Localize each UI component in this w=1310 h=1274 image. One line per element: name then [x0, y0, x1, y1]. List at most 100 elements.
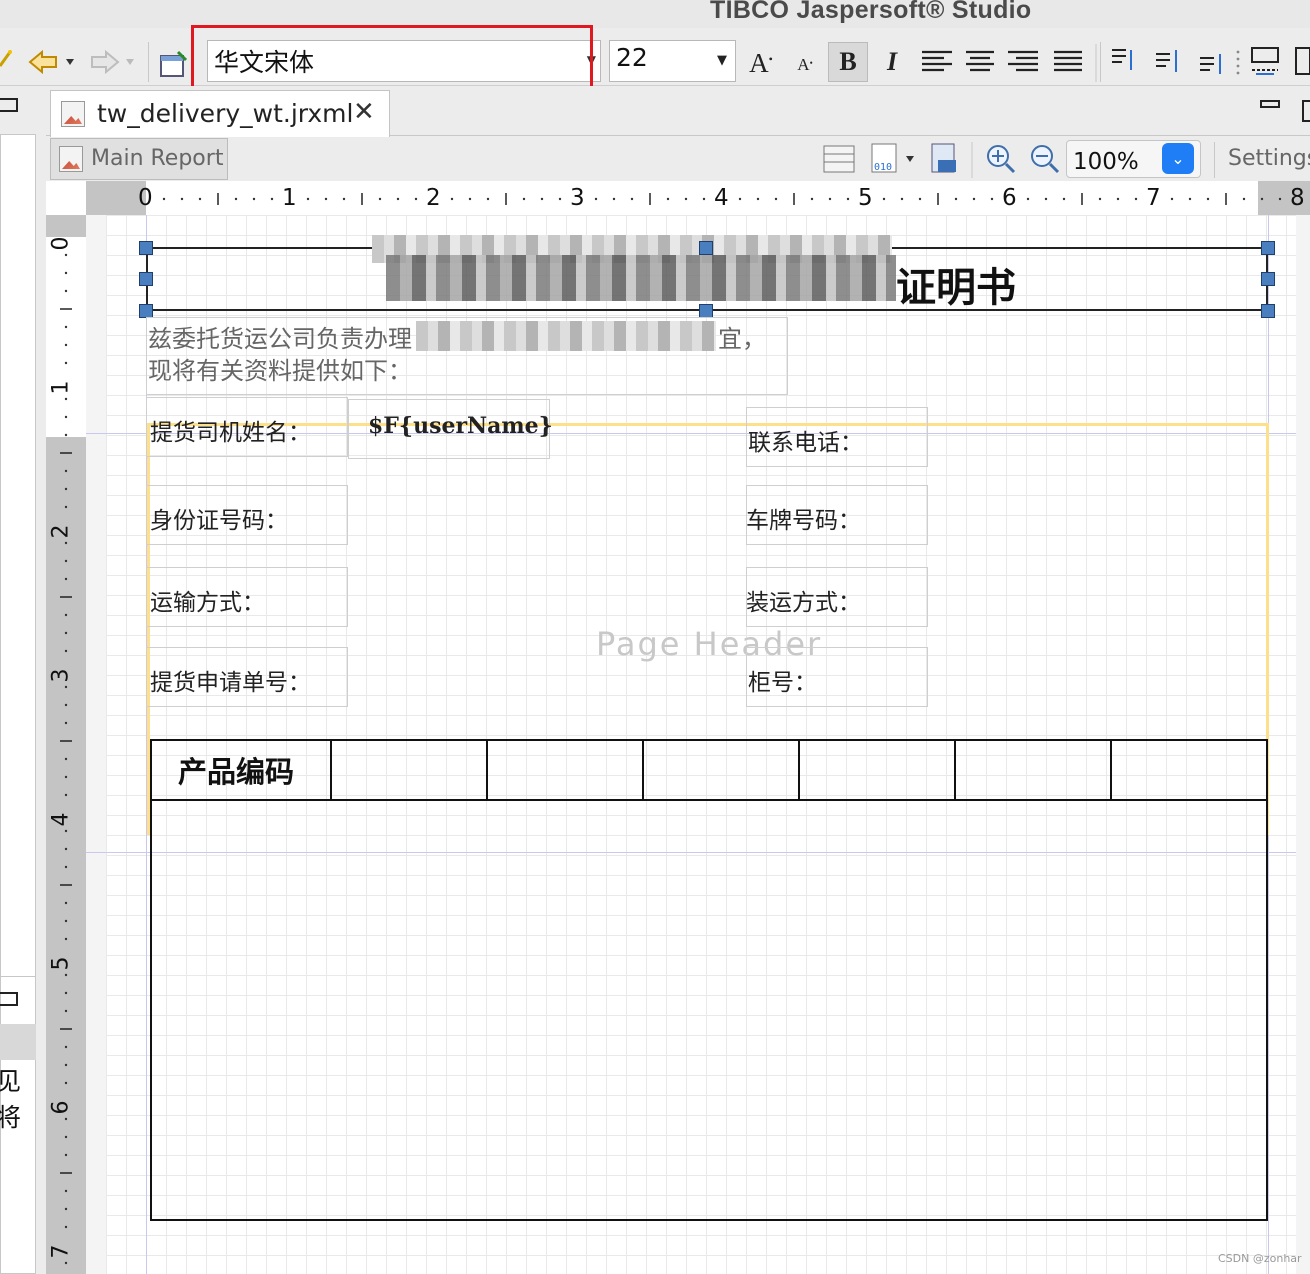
left-side-panel: 见将 [0, 86, 40, 1274]
ruler-tick [666, 197, 670, 201]
font-name-combo[interactable]: 华文宋体 ▼ [207, 40, 601, 82]
id-number-label: 身份证号码： [150, 508, 288, 534]
toolbar-separator [1100, 42, 1101, 82]
align-justify-icon[interactable] [1054, 50, 1082, 72]
toolbar-separator [148, 42, 149, 82]
font-size-combo[interactable]: 22 ▼ [609, 40, 736, 82]
resize-handle[interactable] [139, 304, 153, 318]
ruler-tick [522, 197, 526, 201]
chevron-down-icon[interactable]: ▼ [587, 53, 596, 67]
left-panel-row-selected[interactable] [0, 1024, 36, 1060]
table-body[interactable] [150, 801, 1268, 1221]
ruler-tick [64, 685, 68, 689]
ruler-tick [306, 197, 310, 201]
layout-vertical-icon[interactable] [1295, 47, 1310, 75]
ruler-tick [1188, 197, 1192, 201]
layout-icons [1251, 47, 1310, 75]
ruler-number: 4 [714, 185, 729, 211]
increase-font-icon[interactable]: A • [744, 46, 778, 80]
ruler-number: 7 [1146, 185, 1161, 211]
watermark: CSDN @zonhar [1218, 1252, 1302, 1265]
layout-horizontal-icon[interactable] [1251, 47, 1279, 75]
ruler-tick [1044, 197, 1048, 201]
table-header-row[interactable] [150, 739, 1268, 801]
align-right-icon[interactable] [1008, 50, 1038, 72]
report-title-suffix: 证明书 [896, 264, 1016, 311]
ruler-tick [64, 253, 68, 257]
ruler-tick [64, 721, 68, 725]
alignment-icons [922, 44, 1240, 82]
ruler-tick [64, 487, 68, 491]
table-column-divider [642, 739, 644, 801]
italic-button[interactable]: I [874, 42, 910, 82]
ruler-tick [64, 937, 68, 941]
zoom-out-icon[interactable] [1028, 140, 1066, 180]
jrxml-file-icon [61, 101, 85, 127]
ruler-tick [64, 847, 68, 851]
nav-toolbar-icons [0, 49, 188, 77]
align-middle-icon[interactable] [1156, 50, 1177, 72]
resize-handle[interactable] [1261, 272, 1275, 286]
resize-handle[interactable] [139, 272, 153, 286]
ruler-tick [450, 197, 454, 201]
bold-button[interactable]: B [828, 42, 868, 82]
align-center-icon[interactable] [966, 50, 994, 72]
report-tools-icons: 010 [823, 142, 1016, 178]
zoom-in-icon[interactable] [987, 145, 1016, 174]
ruler-tick [702, 197, 706, 201]
ruler-tick [64, 1207, 68, 1211]
resize-handle[interactable] [699, 304, 713, 318]
main-report-button[interactable]: Main Report [50, 138, 228, 180]
ruler-number: 3 [48, 668, 74, 683]
ruler-tick [64, 577, 68, 581]
compile-icon[interactable] [931, 143, 956, 173]
vertical-scrollbar[interactable] [1296, 215, 1310, 1274]
left-panel-view [0, 134, 36, 1014]
align-bottom-icon[interactable] [1200, 54, 1221, 74]
forward-arrow-icon[interactable] [91, 49, 134, 75]
wand-icon[interactable] [0, 50, 12, 67]
ruler-tick [64, 433, 68, 437]
preview-window-icon[interactable] [160, 50, 188, 77]
ruler-tick [234, 197, 238, 201]
ruler-tick [612, 197, 616, 201]
maximize-icon[interactable] [1302, 100, 1310, 122]
ruler-tick [1170, 197, 1174, 201]
restore-view-icon[interactable] [0, 992, 18, 1006]
resize-handle[interactable] [699, 241, 713, 255]
ruler-tick [756, 197, 760, 201]
resize-handle[interactable] [139, 241, 153, 255]
ruler-tick [738, 197, 742, 201]
ruler-tick [64, 775, 68, 779]
report-canvas[interactable]: Page Header 证明书 兹委托货运公司负责办理 宜， 现将有关资料提供如… [86, 215, 1310, 1274]
restore-view-icon[interactable] [0, 98, 18, 112]
data-adapter-icon[interactable]: 010 [871, 143, 914, 173]
resize-handle[interactable] [1261, 241, 1275, 255]
ruler-tick [342, 197, 346, 201]
band-list-icon[interactable] [823, 145, 855, 173]
resize-handle[interactable] [1261, 304, 1275, 318]
tab-tw-delivery[interactable]: tw_delivery_wt.jrxml ✕ [50, 90, 390, 137]
chevron-down-icon[interactable]: ▼ [717, 53, 727, 68]
ruler-corner [46, 181, 86, 215]
table-column-divider [954, 739, 956, 801]
ruler-tick [774, 197, 778, 201]
back-arrow-icon[interactable] [28, 49, 74, 75]
transport-label: 运输方式： [150, 590, 265, 616]
zoom-combo[interactable]: 100% ⌄ [1066, 140, 1201, 178]
ruler-tick [810, 197, 814, 201]
ruler-tick [1098, 197, 1102, 201]
chevron-down-icon[interactable]: ⌄ [1162, 143, 1194, 174]
font-size-value: 22 [616, 43, 648, 72]
settings-button[interactable]: Settings [1228, 146, 1310, 171]
decrease-font-icon[interactable]: A • [790, 50, 820, 80]
jaspersoft-window: { "app": { "title": "TIBCO Jaspersoft® S… [0, 0, 1310, 1274]
minimize-icon[interactable] [1260, 100, 1280, 108]
ruler-tick [990, 197, 994, 201]
align-top-icon[interactable] [1112, 49, 1132, 70]
ruler-tick [630, 197, 634, 201]
close-icon[interactable]: ✕ [353, 97, 375, 127]
ruler-tick [64, 1135, 68, 1139]
ruler-tick [64, 271, 68, 275]
align-left-icon[interactable] [922, 50, 952, 72]
